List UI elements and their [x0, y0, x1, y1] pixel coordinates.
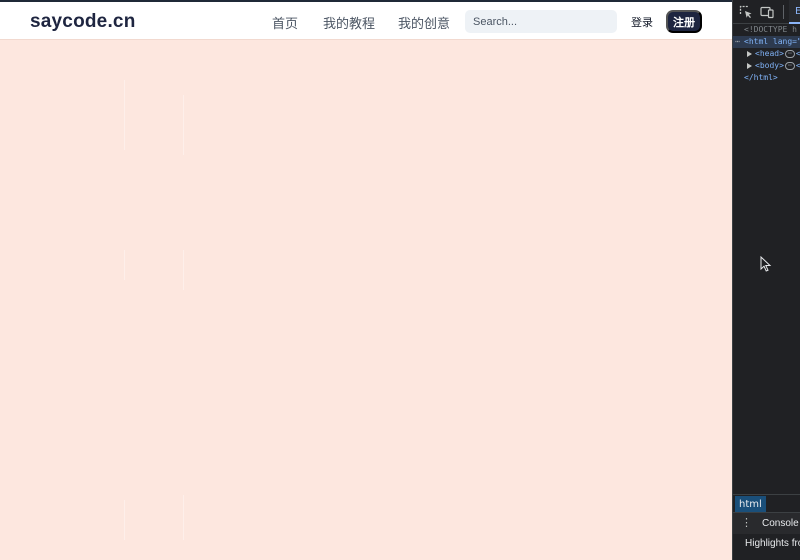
- doctype-text: <!DOCTYPE h: [744, 25, 797, 34]
- register-button[interactable]: 注册: [666, 10, 702, 33]
- dom-line-body[interactable]: <body>⋯<: [733, 60, 800, 72]
- expand-triangle-icon[interactable]: [747, 50, 752, 57]
- background-streak: [183, 95, 184, 155]
- dom-line-html[interactable]: ⋯ <html lang=": [733, 36, 800, 48]
- collapsed-ellipsis-icon[interactable]: ⋯: [784, 61, 795, 70]
- background-streak: [183, 250, 184, 290]
- drawer-tab-bar: ⋮ Console: [733, 512, 800, 534]
- collapsed-ellipsis-icon[interactable]: ⋯: [784, 49, 795, 58]
- dom-line-html-close[interactable]: </html>: [733, 72, 800, 84]
- tab-console[interactable]: Console: [762, 518, 799, 529]
- background-streak: [183, 495, 184, 540]
- dom-tree: <!DOCTYPE h ⋯ <html lang=" <head>⋯< <bod…: [733, 24, 800, 84]
- nav-link-home[interactable]: 首页: [272, 13, 298, 32]
- html-close-tag: </html>: [744, 73, 778, 82]
- nav-link-my-ideas[interactable]: 我的创意: [398, 13, 450, 32]
- toolbar-separator: [783, 5, 784, 19]
- dom-line-doctype[interactable]: <!DOCTYPE h: [733, 24, 800, 36]
- background-streak: [124, 250, 125, 280]
- expand-triangle-icon[interactable]: [747, 62, 752, 69]
- dom-line-head[interactable]: <head>⋯<: [733, 48, 800, 60]
- html-open-tag: <html lang=": [744, 37, 800, 46]
- inspect-element-icon[interactable]: [739, 5, 753, 19]
- body-tag: <body>: [755, 61, 784, 70]
- breadcrumb-html[interactable]: html: [735, 496, 766, 513]
- login-link[interactable]: 登录: [631, 14, 653, 30]
- background-streak: [124, 500, 125, 540]
- head-tag: <head>: [755, 49, 784, 58]
- device-toolbar-icon[interactable]: [760, 5, 774, 19]
- breadcrumb-bar: html: [733, 494, 800, 513]
- background-streak: [124, 80, 125, 150]
- page-viewport: saycode.cn 首页 我的教程 我的创意 登录 注册: [0, 0, 732, 560]
- tab-elements[interactable]: E: [789, 0, 800, 24]
- devtools-panel: E <!DOCTYPE h ⋯ <html lang=" <head>⋯< <b…: [732, 0, 800, 560]
- devtools-toolbar: E: [733, 0, 800, 24]
- node-actions-dots[interactable]: ⋯: [735, 36, 740, 48]
- drawer-message: Highlights fro: [745, 538, 800, 549]
- kebab-menu-icon[interactable]: ⋮: [741, 518, 752, 529]
- site-navbar: saycode.cn 首页 我的教程 我的创意 登录 注册: [0, 0, 732, 40]
- mouse-cursor-icon: [760, 256, 772, 272]
- site-logo[interactable]: saycode.cn: [30, 11, 136, 33]
- nav-link-my-tutorials[interactable]: 我的教程: [323, 13, 375, 32]
- search-input[interactable]: [465, 10, 617, 33]
